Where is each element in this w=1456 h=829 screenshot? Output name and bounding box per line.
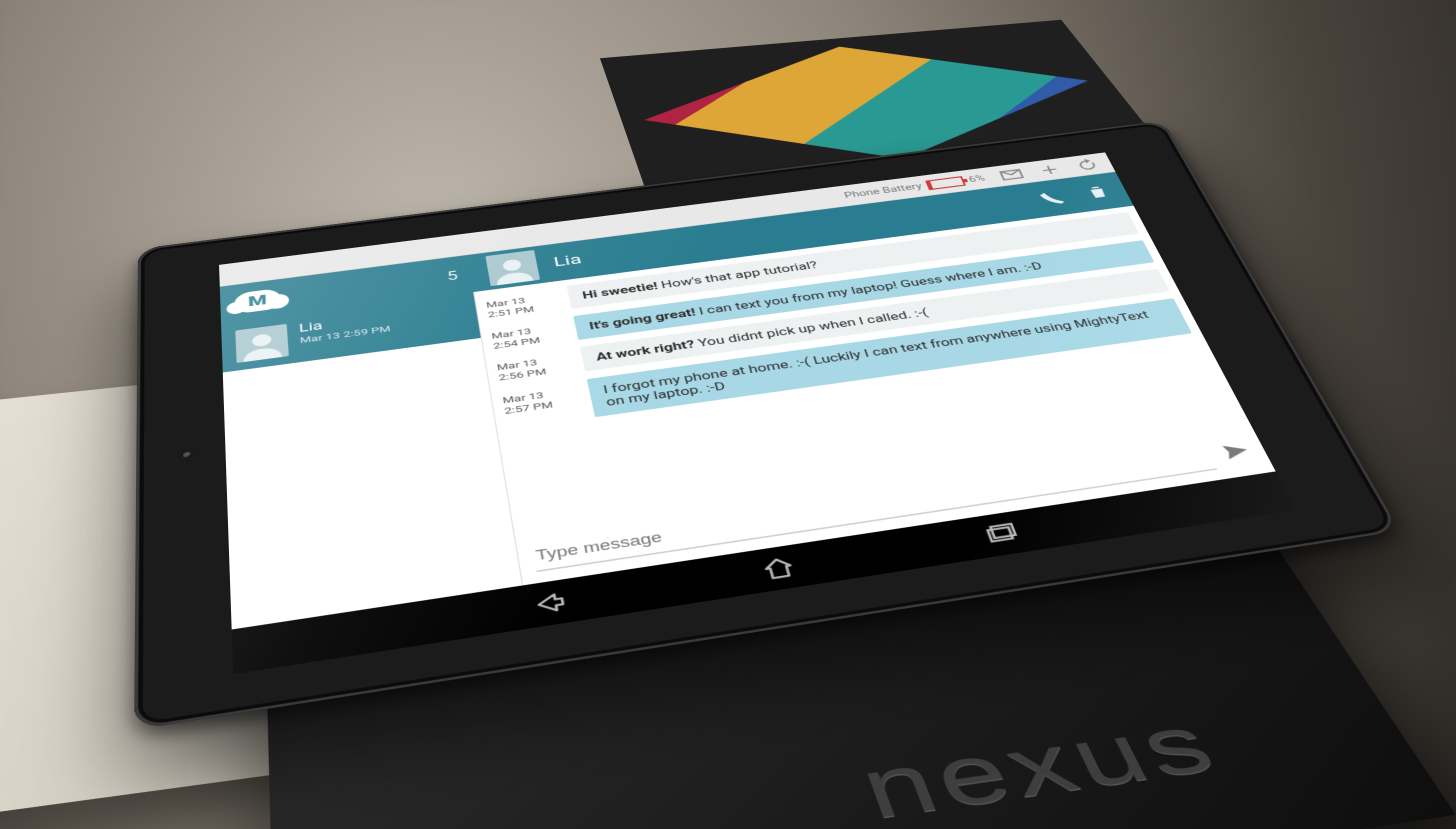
message-timestamp: Mar 132:57 PM bbox=[501, 380, 580, 417]
message-timestamp: Mar 132:51 PM bbox=[485, 287, 561, 321]
conversation-list: Lia Mar 13 2:59 PM bbox=[221, 292, 523, 630]
avatar bbox=[235, 324, 289, 363]
contact-avatar[interactable] bbox=[485, 250, 540, 286]
message-timestamp: Mar 132:56 PM bbox=[495, 348, 573, 384]
nexus-logo-text: nexus bbox=[849, 697, 1235, 829]
battery-icon bbox=[925, 176, 966, 190]
delete-icon[interactable] bbox=[1083, 184, 1113, 201]
app-logo-icon[interactable]: M bbox=[234, 288, 282, 314]
app-logo-letter: M bbox=[248, 292, 268, 309]
home-nav-icon[interactable] bbox=[759, 554, 798, 582]
refresh-icon[interactable] bbox=[1073, 157, 1102, 173]
back-nav-icon[interactable] bbox=[531, 589, 568, 618]
contact-name: Lia bbox=[552, 252, 582, 270]
mail-icon[interactable] bbox=[997, 166, 1026, 182]
send-button[interactable] bbox=[1219, 440, 1255, 464]
send-icon bbox=[1219, 440, 1254, 462]
unread-count: 5 bbox=[446, 268, 459, 283]
recent-nav-icon[interactable] bbox=[980, 521, 1020, 548]
call-icon[interactable] bbox=[1038, 190, 1068, 207]
message-timestamp: Mar 132:54 PM bbox=[490, 317, 567, 352]
front-camera bbox=[179, 448, 196, 461]
battery-percent: 6% bbox=[967, 174, 987, 184]
add-icon[interactable] bbox=[1035, 161, 1064, 177]
